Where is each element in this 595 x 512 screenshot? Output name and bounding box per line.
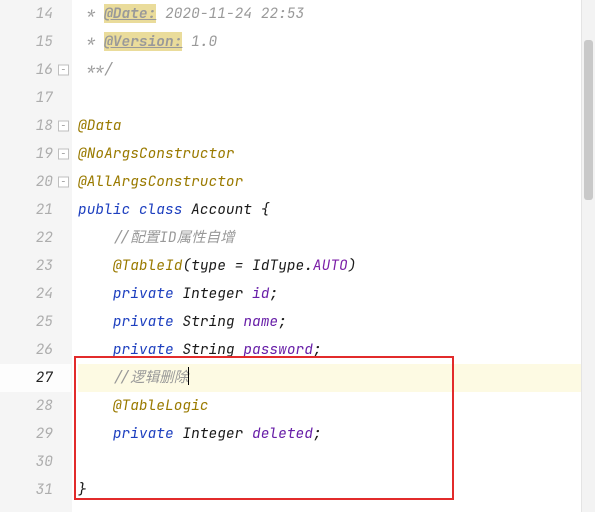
- fold-marker-icon[interactable]: −: [58, 149, 69, 160]
- token-ident: password: [243, 340, 313, 359]
- code-line[interactable]: * @Date: 2020-11-24 22:53: [78, 0, 581, 28]
- code-line[interactable]: private Integer id;: [78, 280, 581, 308]
- code-line[interactable]: @TableLogic: [78, 392, 581, 420]
- token-kw: private: [113, 424, 183, 443]
- token-ident: deleted: [252, 424, 313, 443]
- token-doctag: @Date:: [104, 4, 156, 23]
- gutter-line-number: 18−: [0, 112, 71, 140]
- token-anno: @TableLogic: [113, 396, 209, 415]
- token-plain: ;: [269, 284, 278, 303]
- token-doctag: @Version:: [104, 32, 182, 51]
- code-line[interactable]: @AllArgsConstructor: [78, 168, 581, 196]
- token-plain: ;: [313, 424, 322, 443]
- gutter-line-number: 24: [0, 280, 71, 308]
- gutter-line-number: 25: [0, 308, 71, 336]
- code-line[interactable]: //逻辑删除: [78, 364, 581, 392]
- code-line[interactable]: [78, 84, 581, 112]
- gutter-line-number: 19−: [0, 140, 71, 168]
- gutter-line-number: 27: [0, 364, 71, 392]
- token-anno: @TableId: [113, 256, 183, 275]
- gutter-line-number: 17: [0, 84, 71, 112]
- gutter: 141516−1718−19−20−2122232425262728293031: [0, 0, 72, 512]
- token-ident: name: [243, 312, 278, 331]
- token-comment: *: [87, 32, 104, 51]
- token-comment: 1.0: [182, 32, 217, 51]
- gutter-line-number: 16−: [0, 56, 71, 84]
- code-line[interactable]: private String name;: [78, 308, 581, 336]
- token-comment: *: [87, 4, 104, 23]
- gutter-line-number: 30: [0, 448, 71, 476]
- token-ident: id: [252, 284, 269, 303]
- token-type: Account: [191, 200, 261, 219]
- gutter-line-number: 28: [0, 392, 71, 420]
- token-plain: ): [348, 256, 357, 275]
- gutter-line-number: 26: [0, 336, 71, 364]
- fold-marker-icon[interactable]: −: [58, 177, 69, 188]
- fold-marker-icon[interactable]: −: [58, 65, 69, 76]
- token-anno: @AllArgsConstructor: [78, 172, 243, 191]
- token-plain: {: [261, 200, 270, 219]
- code-line[interactable]: private String password;: [78, 336, 581, 364]
- token-plain: }: [78, 480, 87, 499]
- scroll-thumb[interactable]: [584, 40, 593, 200]
- code-line[interactable]: * @Version: 1.0: [78, 28, 581, 56]
- token-kw: private: [113, 312, 183, 331]
- token-comment: //逻辑删除: [113, 368, 188, 387]
- code-line[interactable]: [78, 448, 581, 476]
- token-kw: private: [113, 284, 183, 303]
- token-kw: private: [113, 340, 183, 359]
- code-area[interactable]: * @Date: 2020-11-24 22:53 * @Version: 1.…: [72, 0, 581, 512]
- token-kw: public: [78, 200, 139, 219]
- token-plain: ;: [278, 312, 287, 331]
- token-comment: 2020-11-24 22:53: [156, 4, 304, 23]
- token-comment: //配置ID属性自增: [113, 228, 235, 247]
- token-comment: **/: [87, 60, 113, 79]
- fold-marker-icon[interactable]: −: [58, 121, 69, 132]
- code-line[interactable]: //配置ID属性自增: [78, 224, 581, 252]
- token-anno: @NoArgsConstructor: [78, 144, 235, 163]
- gutter-line-number: 29: [0, 420, 71, 448]
- token-kw: class: [139, 200, 191, 219]
- gutter-line-number: 20−: [0, 168, 71, 196]
- token-plain: (type = IdType.: [182, 256, 313, 275]
- token-type: String: [182, 312, 243, 331]
- code-line[interactable]: private Integer deleted;: [78, 420, 581, 448]
- gutter-line-number: 31: [0, 476, 71, 504]
- code-line[interactable]: @Data: [78, 112, 581, 140]
- gutter-line-number: 22: [0, 224, 71, 252]
- code-line[interactable]: }: [78, 476, 581, 504]
- token-plain: ;: [313, 340, 322, 359]
- code-line[interactable]: @TableId(type = IdType.AUTO): [78, 252, 581, 280]
- token-type: Integer: [182, 284, 252, 303]
- code-line[interactable]: public class Account {: [78, 196, 581, 224]
- code-line[interactable]: **/: [78, 56, 581, 84]
- text-caret: [188, 367, 189, 385]
- token-type: Integer: [182, 424, 252, 443]
- gutter-line-number: 15: [0, 28, 71, 56]
- gutter-line-number: 23: [0, 252, 71, 280]
- token-anno: @Data: [78, 116, 122, 135]
- token-const: AUTO: [313, 256, 348, 275]
- gutter-line-number: 21: [0, 196, 71, 224]
- gutter-line-number: 14: [0, 0, 71, 28]
- code-line[interactable]: @NoArgsConstructor: [78, 140, 581, 168]
- token-type: String: [182, 340, 243, 359]
- vertical-scrollbar[interactable]: [581, 0, 595, 512]
- code-editor: 141516−1718−19−20−2122232425262728293031…: [0, 0, 595, 512]
